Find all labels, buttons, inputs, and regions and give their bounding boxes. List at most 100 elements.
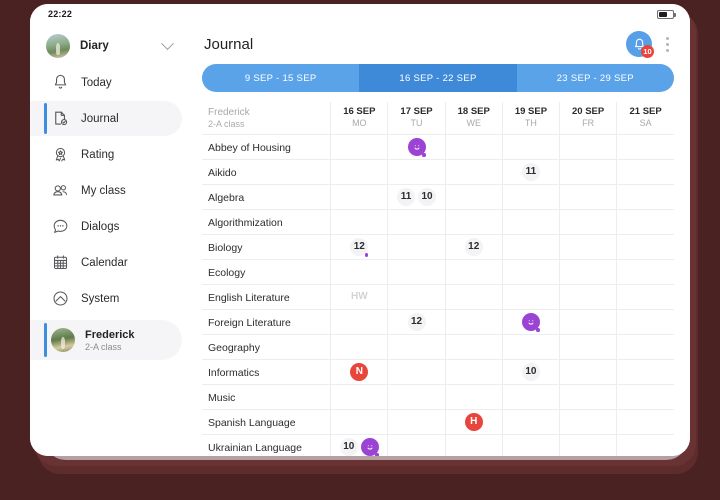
sidebar-item-calendar[interactable]: Calendar — [30, 245, 182, 280]
grade-cell[interactable] — [445, 159, 503, 185]
grade-cell[interactable] — [387, 284, 446, 310]
grade-cell[interactable] — [616, 409, 674, 435]
grade-cell[interactable] — [387, 234, 446, 260]
grade-cell[interactable] — [502, 184, 561, 210]
grade-cell[interactable] — [445, 359, 503, 385]
grade-cell[interactable] — [387, 334, 446, 360]
day-header-2[interactable]: 18 SEP WE — [445, 102, 503, 135]
grade-cell[interactable] — [445, 309, 503, 335]
grade-cell[interactable] — [559, 209, 618, 235]
grade-cell[interactable] — [387, 209, 446, 235]
sidebar-item-rating[interactable]: Rating — [30, 137, 182, 172]
grade-cell[interactable] — [330, 384, 389, 410]
grade-cell[interactable] — [330, 134, 389, 160]
grade-badge[interactable]: 10 — [418, 187, 437, 206]
grade-cell[interactable] — [559, 384, 618, 410]
grade-cell[interactable] — [559, 434, 618, 456]
grade-badge[interactable]: 11 — [397, 187, 416, 206]
grade-cell[interactable] — [502, 434, 561, 456]
grade-cell[interactable]: 12 — [330, 234, 389, 260]
grade-cell[interactable] — [445, 209, 503, 235]
grade-cell[interactable] — [559, 234, 618, 260]
grade-cell[interactable] — [445, 334, 503, 360]
grade-cell[interactable] — [445, 259, 503, 285]
grade-cell[interactable] — [559, 134, 618, 160]
grade-cell[interactable] — [559, 284, 618, 310]
smiley-badge[interactable] — [360, 437, 379, 456]
sidebar-item-today[interactable]: Today — [30, 65, 182, 100]
grade-cell[interactable] — [559, 359, 618, 385]
grade-cell[interactable] — [559, 184, 618, 210]
grade-cell[interactable] — [445, 184, 503, 210]
week-tab-next[interactable]: 23 SEP - 29 SEP — [516, 64, 674, 92]
grade-cell[interactable] — [616, 234, 674, 260]
grade-cell[interactable] — [330, 409, 389, 435]
grade-cell[interactable] — [616, 209, 674, 235]
grade-badge[interactable]: 10 — [339, 437, 358, 456]
grade-cell[interactable] — [616, 434, 674, 456]
smiley-badge[interactable] — [521, 312, 540, 332]
grade-cell[interactable] — [559, 334, 618, 360]
grade-badge[interactable]: 12 — [464, 237, 483, 256]
absence-badge[interactable]: H — [464, 412, 483, 431]
grade-cell[interactable]: 10 — [502, 359, 561, 385]
week-tab-current[interactable]: 16 SEP - 22 SEP — [359, 64, 517, 92]
day-header-5[interactable]: 21 SEP SA — [616, 102, 674, 135]
grade-cell[interactable] — [616, 134, 674, 160]
week-tab-prev[interactable]: 9 SEP - 15 SEP — [202, 64, 360, 92]
grade-cell[interactable]: 10 — [330, 434, 389, 456]
day-header-3[interactable]: 19 SEP TH — [502, 102, 561, 135]
grade-cell[interactable] — [616, 384, 674, 410]
grade-cell[interactable] — [387, 409, 446, 435]
grade-cell[interactable] — [387, 159, 446, 185]
grade-cell[interactable] — [502, 134, 561, 160]
grade-cell[interactable] — [330, 334, 389, 360]
chevron-down-icon[interactable] — [161, 36, 174, 50]
grade-badge[interactable]: 12 — [407, 312, 426, 331]
kebab-menu-icon[interactable] — [660, 33, 674, 55]
grade-cell[interactable] — [616, 359, 674, 385]
sidebar-item-profile-frederick[interactable]: Frederick 2-A class — [30, 320, 182, 360]
homework-badge[interactable]: HW — [348, 288, 371, 306]
grade-cell[interactable] — [502, 384, 561, 410]
grade-badge[interactable]: 11 — [521, 162, 540, 181]
grade-cell[interactable] — [559, 259, 618, 285]
grade-badge[interactable]: 10 — [521, 362, 540, 381]
sidebar-item-journal[interactable]: Journal — [30, 101, 182, 136]
grade-cell[interactable] — [559, 309, 618, 335]
grade-cell[interactable] — [616, 159, 674, 185]
grade-cell[interactable] — [445, 384, 503, 410]
sidebar-item-dialogs[interactable]: Dialogs — [30, 209, 182, 244]
grade-cell[interactable] — [559, 159, 618, 185]
notifications-button[interactable]: 10 — [626, 31, 654, 58]
grade-cell[interactable]: HW — [330, 284, 389, 310]
grade-cell[interactable] — [502, 309, 561, 335]
grade-cell[interactable]: H — [445, 409, 503, 435]
grade-cell[interactable] — [502, 259, 561, 285]
grade-cell[interactable] — [616, 284, 674, 310]
day-header-0[interactable]: 16 SEP MO — [330, 102, 389, 135]
grade-cell[interactable] — [502, 209, 561, 235]
grade-cell[interactable] — [330, 259, 389, 285]
grade-cell[interactable] — [502, 284, 561, 310]
grade-cell[interactable] — [387, 259, 446, 285]
grade-cell[interactable] — [559, 409, 618, 435]
grade-cell[interactable] — [445, 434, 503, 456]
grade-cell[interactable] — [387, 359, 446, 385]
sidebar-item-my-class[interactable]: My class — [30, 173, 182, 208]
grade-cell[interactable] — [502, 409, 561, 435]
grade-cell[interactable]: N — [330, 359, 389, 385]
day-header-1[interactable]: 17 SEP TU — [387, 102, 446, 135]
grade-cell[interactable] — [616, 309, 674, 335]
grade-cell[interactable]: 12 — [387, 309, 446, 335]
grade-cell[interactable] — [445, 284, 503, 310]
smiley-badge[interactable] — [407, 137, 426, 157]
day-header-4[interactable]: 20 SEP FR — [559, 102, 618, 135]
grade-cell[interactable] — [330, 184, 389, 210]
grade-cell[interactable] — [387, 434, 446, 456]
grade-cell[interactable]: 12 — [445, 234, 503, 260]
grade-cell[interactable] — [616, 334, 674, 360]
grade-cell[interactable] — [616, 259, 674, 285]
grade-cell[interactable]: 11 — [502, 159, 561, 185]
grade-cell[interactable] — [330, 209, 389, 235]
